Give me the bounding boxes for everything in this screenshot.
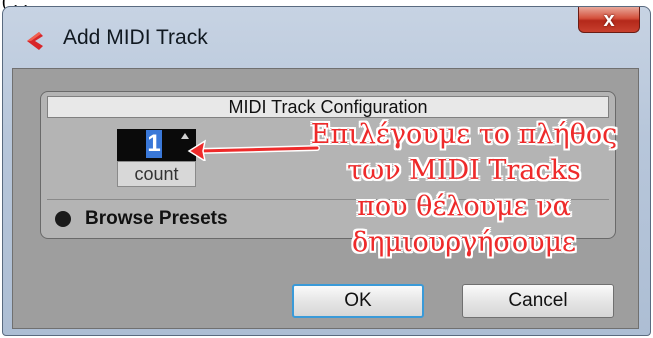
count-value[interactable]: 1 xyxy=(146,130,162,158)
cancel-button[interactable]: Cancel xyxy=(462,284,614,318)
midi-track-configuration-panel: MIDI Track Configuration 1 count Browse … xyxy=(40,91,616,239)
ok-button[interactable]: OK xyxy=(292,284,424,318)
close-icon: x xyxy=(603,8,615,31)
expand-bullet-icon[interactable] xyxy=(55,211,71,227)
close-button[interactable]: x xyxy=(578,7,640,33)
divider xyxy=(47,199,609,200)
browse-presets-toggle[interactable]: Browse Presets xyxy=(55,206,228,232)
dialog-body: MIDI Track Configuration 1 count Browse … xyxy=(12,68,639,329)
title-bar[interactable]: Add MIDI Track x xyxy=(3,7,650,67)
cubase-logo-icon xyxy=(27,32,43,50)
window-title: Add MIDI Track xyxy=(63,26,208,49)
count-label: count xyxy=(117,161,196,187)
browse-presets-label: Browse Presets xyxy=(85,208,228,229)
add-midi-track-dialog: Add MIDI Track x MIDI Track Configuratio… xyxy=(2,6,651,336)
annotation-arrow-icon xyxy=(187,139,320,161)
configuration-header: MIDI Track Configuration xyxy=(47,96,609,118)
